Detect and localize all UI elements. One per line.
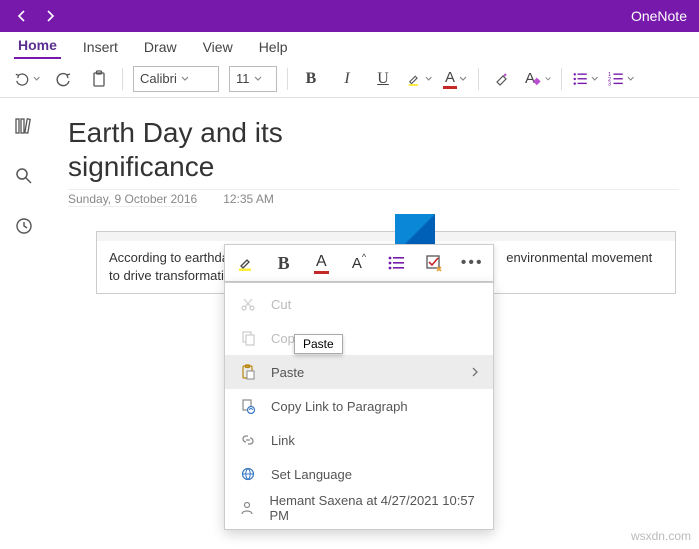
menu-cut: Cut bbox=[225, 287, 493, 321]
scissors-icon bbox=[239, 296, 257, 312]
notebooks-button[interactable] bbox=[10, 112, 38, 140]
undo-button[interactable] bbox=[14, 66, 40, 92]
menu-author-info[interactable]: Hemant Saxena at 4/27/2021 10:57 PM bbox=[225, 491, 493, 525]
mini-todo-button[interactable] bbox=[420, 248, 450, 278]
tooltip-paste: Paste bbox=[294, 334, 343, 354]
menu-link[interactable]: Link bbox=[225, 423, 493, 457]
font-color-button[interactable]: A bbox=[442, 66, 468, 92]
redo-button[interactable] bbox=[50, 66, 76, 92]
tab-draw[interactable]: Draw bbox=[140, 35, 181, 59]
link-icon bbox=[239, 432, 257, 448]
page-meta: Sunday, 9 October 2016 12:35 AM bbox=[68, 189, 679, 207]
highlighter-icon bbox=[236, 253, 256, 273]
underline-button[interactable]: U bbox=[370, 66, 396, 92]
tab-help[interactable]: Help bbox=[255, 35, 292, 59]
numbered-list-icon: 123 bbox=[608, 70, 625, 88]
back-button[interactable] bbox=[8, 2, 36, 30]
todo-icon bbox=[424, 253, 444, 273]
menu-cut-label: Cut bbox=[271, 297, 291, 312]
menu-set-language-label: Set Language bbox=[271, 467, 352, 482]
globe-icon bbox=[239, 466, 257, 482]
clear-formatting-button[interactable] bbox=[489, 66, 515, 92]
library-icon bbox=[14, 116, 34, 136]
chevron-down-icon bbox=[545, 75, 551, 83]
menu-author-label: Hemant Saxena at 4/27/2021 10:57 PM bbox=[270, 493, 479, 523]
font-name-value: Calibri bbox=[140, 71, 177, 86]
copy-icon bbox=[239, 330, 257, 346]
person-icon bbox=[239, 500, 256, 516]
mini-toolbar: B A A^ ••• bbox=[224, 244, 494, 282]
bullet-list-icon bbox=[387, 253, 407, 273]
separator bbox=[561, 68, 562, 90]
chevron-down-icon bbox=[627, 75, 634, 83]
separator bbox=[287, 68, 288, 90]
clipboard-button[interactable] bbox=[86, 66, 112, 92]
app-title: OneNote bbox=[631, 8, 691, 24]
tab-home[interactable]: Home bbox=[14, 33, 61, 59]
styles-button[interactable]: A◆ bbox=[525, 66, 551, 92]
chevron-down-icon bbox=[425, 75, 432, 83]
page-title[interactable]: Earth Day and its significance bbox=[68, 116, 348, 183]
font-size-value: 11 bbox=[236, 71, 250, 86]
mini-font-color-button[interactable]: A bbox=[306, 248, 336, 278]
chevron-down-icon bbox=[181, 75, 189, 83]
mini-font-size-button[interactable]: A^ bbox=[344, 248, 374, 278]
copy-link-icon bbox=[239, 398, 257, 414]
italic-button[interactable]: I bbox=[334, 66, 360, 92]
chevron-down-icon bbox=[459, 75, 467, 83]
forward-button[interactable] bbox=[36, 2, 64, 30]
font-name-input[interactable]: Calibri bbox=[133, 66, 219, 92]
separator bbox=[122, 68, 123, 90]
font-size-input[interactable]: 11 bbox=[229, 66, 277, 92]
highlight-button[interactable] bbox=[406, 66, 432, 92]
page-time: 12:35 AM bbox=[223, 192, 274, 207]
menu-copy: Copy bbox=[225, 321, 493, 355]
note-text-before: According to earthda bbox=[109, 250, 229, 265]
bullet-list-icon bbox=[572, 70, 589, 88]
note-handle[interactable] bbox=[96, 231, 676, 241]
search-button[interactable] bbox=[10, 162, 38, 190]
highlighter-icon bbox=[406, 70, 423, 88]
menu-paste-label: Paste bbox=[271, 365, 304, 380]
chevron-down-icon bbox=[33, 75, 40, 83]
recent-button[interactable] bbox=[10, 212, 38, 240]
mini-more-button[interactable]: ••• bbox=[457, 248, 487, 278]
context-menu: Cut Copy Paste Copy Link to Paragraph Li… bbox=[224, 282, 494, 530]
menu-paste[interactable]: Paste bbox=[225, 355, 493, 389]
tab-view[interactable]: View bbox=[199, 35, 237, 59]
eraser-icon bbox=[493, 70, 511, 88]
menu-copy-link-label: Copy Link to Paragraph bbox=[271, 399, 408, 414]
bullet-list-button[interactable] bbox=[572, 66, 598, 92]
menu-link-label: Link bbox=[271, 433, 295, 448]
clock-icon bbox=[14, 216, 34, 236]
separator bbox=[478, 68, 479, 90]
chevron-down-icon bbox=[591, 75, 598, 83]
chevron-down-icon bbox=[254, 75, 262, 83]
mini-bullet-list-button[interactable] bbox=[382, 248, 412, 278]
menu-set-language[interactable]: Set Language bbox=[225, 457, 493, 491]
title-bar: OneNote bbox=[0, 0, 699, 32]
tab-insert[interactable]: Insert bbox=[79, 35, 122, 59]
menu-copy-link[interactable]: Copy Link to Paragraph bbox=[225, 389, 493, 423]
svg-text:3: 3 bbox=[608, 81, 611, 87]
paste-icon bbox=[239, 364, 257, 380]
ribbon-tabs: Home Insert Draw View Help bbox=[0, 32, 699, 60]
bold-button[interactable]: B bbox=[298, 66, 324, 92]
chevron-right-icon bbox=[471, 366, 479, 378]
page-date: Sunday, 9 October 2016 bbox=[68, 192, 197, 207]
ribbon-toolbar: Calibri 11 B I U A A◆ 123 bbox=[0, 60, 699, 98]
left-sidebar bbox=[0, 98, 48, 549]
search-icon bbox=[14, 166, 34, 186]
mini-highlight-button[interactable] bbox=[231, 248, 261, 278]
mini-bold-button[interactable]: B bbox=[269, 248, 299, 278]
numbered-list-button[interactable]: 123 bbox=[608, 66, 634, 92]
watermark: wsxdn.com bbox=[631, 529, 691, 543]
